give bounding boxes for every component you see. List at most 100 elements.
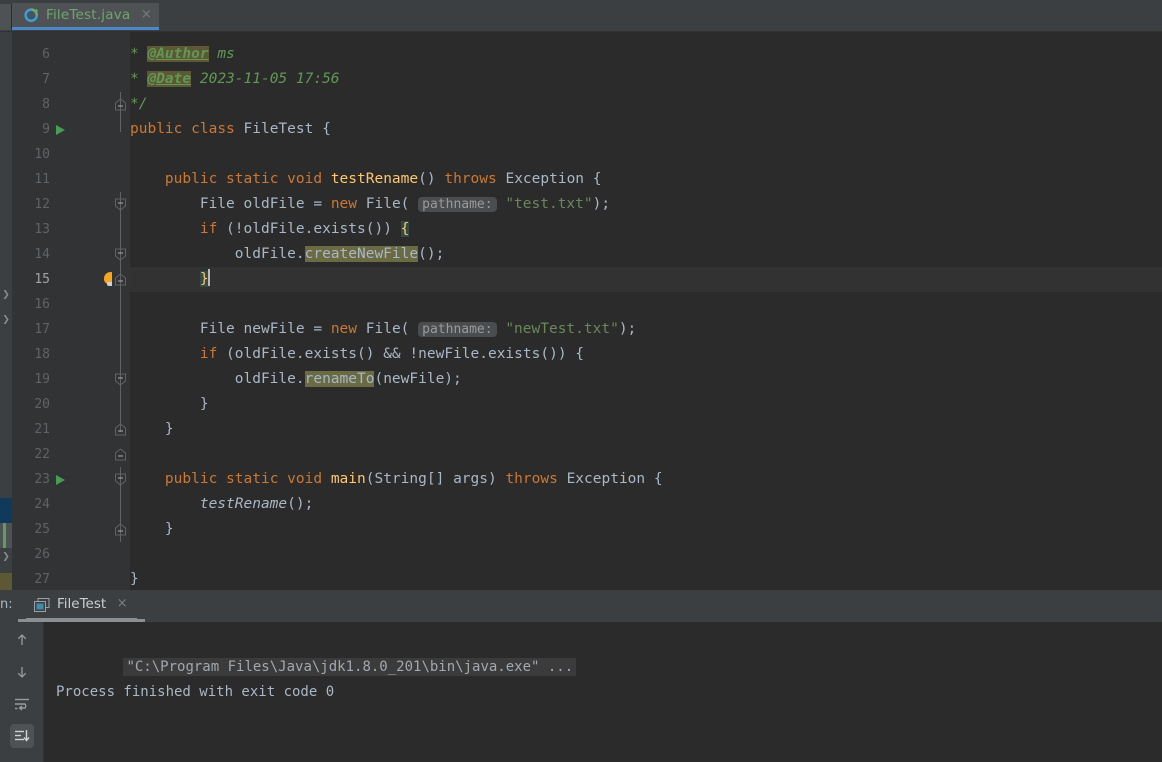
code-line[interactable]: }: [130, 392, 1162, 417]
parens: ();: [287, 496, 314, 512]
code-editor[interactable]: ❯ ❯ ❯ 6 7 8 9 10 11 12 13 14 15 16 17 18…: [0, 32, 1162, 590]
fold-expand-icon[interactable]: [114, 192, 127, 217]
dot: .: [295, 346, 305, 362]
code-line[interactable]: * @Author ms: [130, 42, 1162, 67]
console-result-line: Process finished with exit code 0: [56, 684, 335, 700]
method-exists: exists: [487, 346, 541, 362]
code-line[interactable]: if (oldFile.exists() && !newFile.exists(…: [130, 342, 1162, 367]
code-line[interactable]: public static void main(String[] args) t…: [130, 467, 1162, 492]
code-line[interactable]: if (!oldFile.exists()) {: [130, 217, 1162, 242]
keyword-static: static: [226, 171, 279, 187]
run-gutter-icon-main[interactable]: [54, 467, 66, 492]
code-line[interactable]: * @Date 2023-11-05 17:56: [130, 67, 1162, 92]
run-tab-label: FileTest: [57, 596, 107, 612]
keyword-throws: throws: [505, 471, 558, 487]
line-number: 8: [42, 97, 50, 112]
method-name-main: main: [330, 471, 366, 487]
var-newfile: newFile: [383, 371, 445, 387]
class-name: FileTest: [243, 121, 314, 137]
code-line[interactable]: }: [130, 517, 1162, 542]
down-arrow-icon[interactable]: [10, 660, 34, 684]
assign: =: [304, 321, 331, 337]
var-oldfile: oldFile: [234, 371, 296, 387]
param-hint-pathname: pathname:: [418, 197, 497, 212]
javadoc-tag-author: @Author: [147, 46, 209, 62]
line-number: 11: [34, 172, 50, 187]
line-number: 24: [34, 497, 50, 512]
javadoc-tag-date: @Date: [147, 71, 192, 87]
code-line-blank[interactable]: [130, 142, 1162, 167]
close-icon[interactable]: ×: [115, 597, 129, 611]
keyword-new: new: [330, 321, 358, 337]
line-number: 10: [34, 147, 50, 162]
brace-open: {: [575, 346, 585, 362]
console-output[interactable]: "C:\Program Files\Java\jdk1.8.0_201\bin\…: [44, 622, 1162, 762]
paren-open: (: [400, 321, 419, 337]
line-number: 20: [34, 397, 50, 412]
code-line-blank[interactable]: [130, 442, 1162, 467]
var-oldfile: oldFile: [234, 346, 296, 362]
paren-close: );: [592, 196, 611, 212]
string-test-txt: "test.txt": [505, 196, 593, 212]
var-oldfile: oldFile: [243, 196, 305, 212]
code-line-current[interactable]: }: [130, 267, 1162, 292]
code-line[interactable]: }: [130, 417, 1162, 442]
brace-close: }: [199, 396, 209, 412]
code-line[interactable]: */: [130, 92, 1162, 117]
var-oldfile: oldFile: [243, 221, 305, 237]
editor-tab-filetest[interactable]: C FileTest.java ×: [12, 3, 160, 30]
keyword-public: public: [130, 121, 183, 137]
fold-collapse-icon[interactable]: [114, 517, 127, 542]
line-number: 6: [42, 47, 50, 62]
code-line[interactable]: testRename();: [130, 492, 1162, 517]
brace-open: {: [653, 471, 663, 487]
fold-expand-icon[interactable]: [114, 367, 127, 392]
code-line[interactable]: public static void testRename() throws E…: [130, 167, 1162, 192]
fold-expand-icon[interactable]: [114, 467, 127, 492]
soft-wrap-icon[interactable]: [10, 692, 34, 716]
paren-open: (: [400, 196, 419, 212]
code-line-blank[interactable]: [130, 292, 1162, 317]
run-gutter-icon-class[interactable]: [54, 117, 66, 142]
code-line-blank[interactable]: [130, 542, 1162, 567]
var-oldfile: oldFile: [234, 246, 296, 262]
ide-window: C FileTest.java × ❯ ❯ ❯ 6 7 8 9 10 11 12…: [0, 0, 1162, 762]
code-line[interactable]: }: [130, 567, 1162, 590]
fold-collapse-icon[interactable]: [114, 92, 127, 117]
fold-collapse-icon[interactable]: [114, 267, 127, 292]
method-exists: exists: [313, 221, 366, 237]
brace-open: {: [592, 171, 602, 187]
line-number: 21: [34, 422, 50, 437]
fold-expand-icon[interactable]: [114, 242, 127, 267]
var-newfile: newFile: [243, 321, 305, 337]
code-text-area[interactable]: * @Author ms * @Date 2023-11-05 17:56 */…: [130, 32, 1162, 590]
line-number: 18: [34, 347, 50, 362]
close-icon[interactable]: ×: [139, 8, 153, 22]
run-tab-filetest[interactable]: FileTest ×: [26, 590, 138, 621]
code-line[interactable]: File oldFile = new File( pathname: "test…: [130, 192, 1162, 217]
paren-close: ): [487, 471, 506, 487]
method-name-testrename: testRename: [330, 171, 419, 187]
editor-fold-ribbon[interactable]: [112, 32, 130, 590]
code-line[interactable]: File newFile = new File( pathname: "newT…: [130, 317, 1162, 342]
code-line[interactable]: oldFile.renameTo(newFile);: [130, 367, 1162, 392]
and-op: () && !: [357, 346, 419, 362]
scroll-to-end-icon[interactable]: [10, 724, 34, 748]
dot: .: [295, 371, 305, 387]
fold-collapse-icon[interactable]: [114, 442, 127, 467]
line-number: 13: [34, 222, 50, 237]
fold-collapse-icon[interactable]: [114, 417, 127, 442]
up-arrow-icon[interactable]: [10, 628, 34, 652]
code-line[interactable]: oldFile.createNewFile();: [130, 242, 1162, 267]
parens: ()): [365, 221, 401, 237]
editor-gutter[interactable]: 6 7 8 9 10 11 12 13 14 15 16 17 18 19 20…: [12, 32, 117, 590]
code-line[interactable]: public class FileTest {: [130, 117, 1162, 142]
